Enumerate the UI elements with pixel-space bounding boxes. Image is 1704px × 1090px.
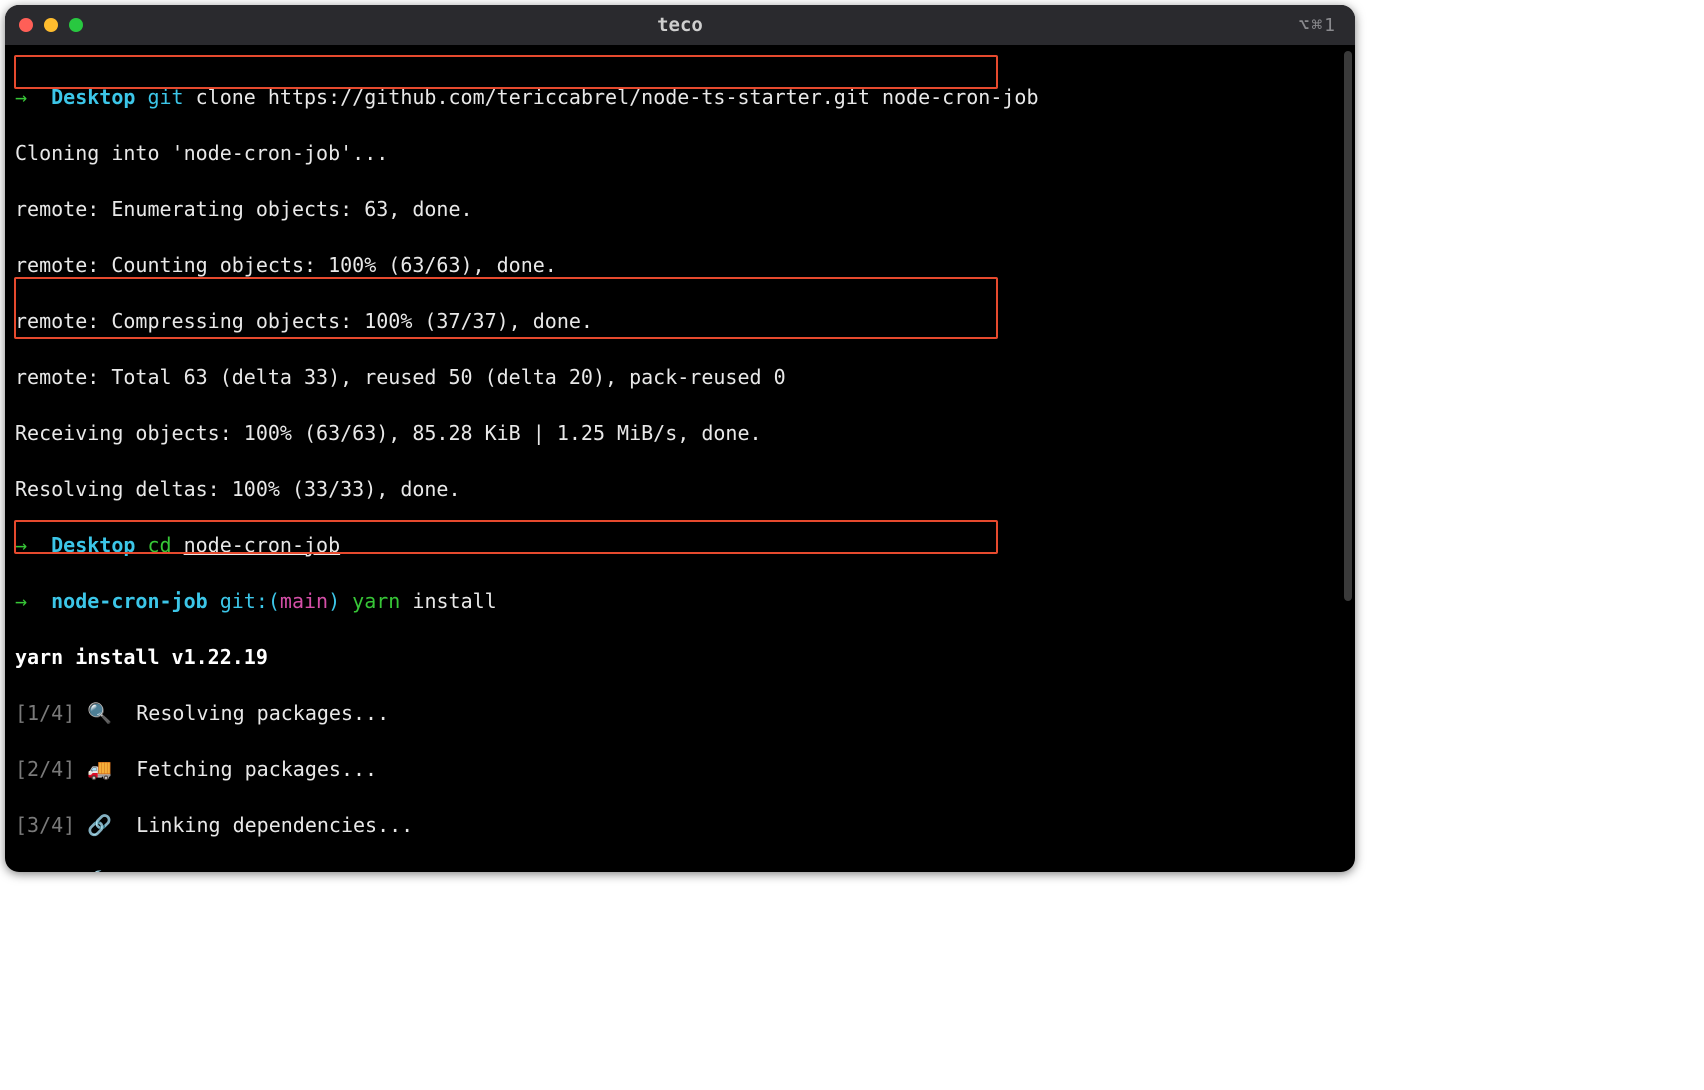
- terminal-body[interactable]: → Desktop git clone https://github.com/t…: [5, 45, 1355, 872]
- output-line: Receiving objects: 100% (63/63), 85.28 K…: [15, 419, 1345, 447]
- step-number: [2/4]: [15, 757, 75, 781]
- git-token: git: [135, 85, 183, 109]
- step-number: [3/4]: [15, 813, 75, 837]
- output-line: remote: Compressing objects: 100% (37/37…: [15, 307, 1345, 335]
- terminal-window: teco ⌥⌘1 → Desktop git clone https://git…: [5, 5, 1355, 872]
- yarn-step: [3/4] 🔗 Linking dependencies...: [15, 811, 1345, 839]
- cwd: Desktop: [51, 533, 135, 557]
- step-text: Building fresh packages...: [136, 869, 449, 872]
- cmd-text: clone https://github.com/tericcabrel/nod…: [184, 85, 1039, 109]
- step-text: Resolving packages...: [136, 701, 389, 725]
- titlebar: teco ⌥⌘1: [5, 5, 1355, 45]
- output-line: remote: Counting objects: 100% (63/63), …: [15, 251, 1345, 279]
- cmd-text: cd: [135, 533, 183, 557]
- hotkey-indicator: ⌥⌘1: [1298, 15, 1337, 36]
- yarn-step: [1/4] 🔍 Resolving packages...: [15, 699, 1345, 727]
- git-branch: main: [280, 589, 328, 613]
- window-title: teco: [5, 14, 1355, 36]
- yarn-step: [4/4] 🔨 Building fresh packages...: [15, 867, 1345, 872]
- search-icon: 🔍: [75, 701, 136, 725]
- yarn-step: [2/4] 🚚 Fetching packages...: [15, 755, 1345, 783]
- output-line: Cloning into 'node-cron-job'...: [15, 139, 1345, 167]
- output-line: remote: Enumerating objects: 63, done.: [15, 195, 1345, 223]
- git-close: ): [328, 589, 340, 613]
- prompt-line-1: → Desktop git clone https://github.com/t…: [15, 83, 1345, 111]
- hammer-icon: 🔨: [75, 869, 136, 872]
- cmd-text: install: [400, 589, 496, 613]
- truck-icon: 🚚: [75, 757, 136, 781]
- link-icon: 🔗: [75, 813, 136, 837]
- prompt-line-3: → node-cron-job git:(main) yarn install: [15, 587, 1345, 615]
- prompt-arrow-icon: →: [15, 533, 51, 557]
- step-text: Fetching packages...: [136, 757, 377, 781]
- output-line: remote: Total 63 (delta 33), reused 50 (…: [15, 363, 1345, 391]
- prompt-line-2: → Desktop cd node-cron-job: [15, 531, 1345, 559]
- output-line: Resolving deltas: 100% (33/33), done.: [15, 475, 1345, 503]
- prompt-arrow-icon: →: [15, 589, 51, 613]
- prompt-arrow-icon: →: [15, 85, 51, 109]
- cwd: Desktop: [51, 85, 135, 109]
- cmd-text: yarn: [340, 589, 400, 613]
- step-number: [1/4]: [15, 701, 75, 725]
- cwd: node-cron-job: [51, 589, 208, 613]
- scrollbar[interactable]: [1344, 51, 1352, 601]
- step-number: [4/4]: [15, 869, 75, 872]
- yarn-header: yarn install v1.22.19: [15, 643, 1345, 671]
- git-label: git:(: [208, 589, 280, 613]
- cd-target: node-cron-job: [184, 533, 341, 557]
- step-text: Linking dependencies...: [136, 813, 413, 837]
